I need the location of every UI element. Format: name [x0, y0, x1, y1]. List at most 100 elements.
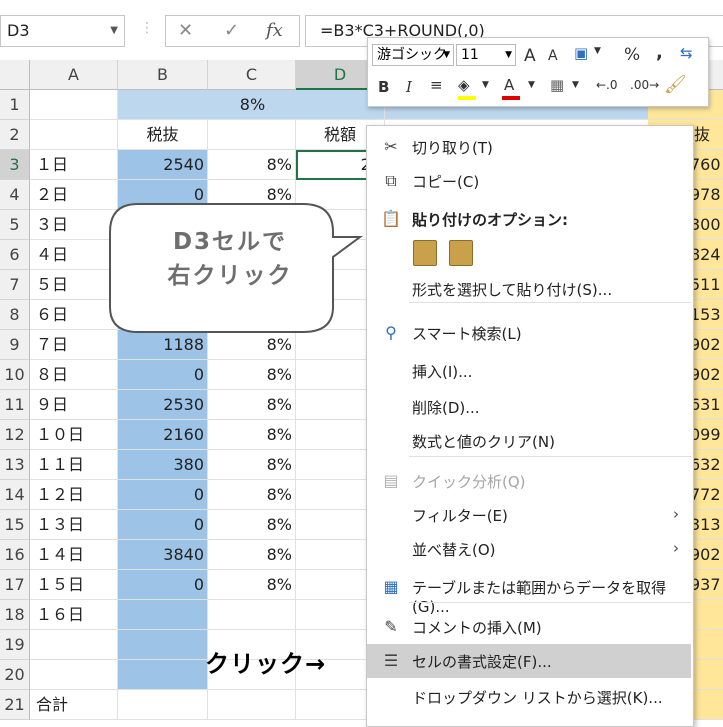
column-header-c[interactable]: C [208, 60, 296, 90]
cancel-icon[interactable]: ✕ [178, 20, 193, 41]
cell-a14[interactable]: １２日 [30, 480, 118, 510]
cell-a4[interactable]: ２日 [30, 180, 118, 210]
cell-b19[interactable] [118, 630, 208, 660]
menu-item-item-7[interactable]: 数式と値のクリア(N) [367, 424, 691, 458]
chevron-down-icon[interactable]: ▼ [594, 46, 601, 56]
menu-item-item-6[interactable]: 削除(D)... [367, 390, 691, 424]
shrink-font-button[interactable]: A [548, 48, 558, 64]
menu-item-item-9[interactable]: フィルター(E) › [367, 498, 691, 532]
cell-b15[interactable]: 0 [118, 510, 208, 540]
menu-item-comment[interactable]: ✎ コメントの挿入(M) [367, 610, 691, 644]
menu-item-copy[interactable]: ⧉ コピー(C) [367, 164, 691, 198]
cell-a9[interactable]: ７日 [30, 330, 118, 360]
row-header[interactable]: 14 [0, 480, 30, 510]
insert-function-icon[interactable]: fx [266, 20, 283, 41]
row-header[interactable]: 13 [0, 450, 30, 480]
menu-item-format-cells[interactable]: ☰ セルの書式設定(F)... [367, 644, 691, 678]
cell-a3[interactable]: １日 [30, 150, 118, 180]
cell-b13[interactable]: 380 [118, 450, 208, 480]
chevron-down-icon[interactable]: ▼ [528, 80, 535, 90]
cell-c16[interactable]: 8% [208, 540, 296, 570]
row-header[interactable]: 5 [0, 210, 30, 240]
cell-b11[interactable]: 2530 [118, 390, 208, 420]
cell-a6[interactable]: ４日 [30, 240, 118, 270]
row-header[interactable]: 2 [0, 120, 30, 150]
paste-formulas-icon[interactable] [413, 240, 437, 266]
increase-decimal-icon[interactable]: ←.0 [596, 78, 618, 92]
cell-c14[interactable]: 8% [208, 480, 296, 510]
row-header[interactable]: 19 [0, 630, 30, 660]
cell-b1[interactable] [118, 90, 208, 120]
cell-b21[interactable] [118, 690, 208, 720]
align-center-icon[interactable]: ≡ [430, 76, 443, 94]
cell-a5[interactable]: ３日 [30, 210, 118, 240]
chevron-down-icon[interactable]: ▼ [110, 16, 118, 46]
cell-c15[interactable]: 8% [208, 510, 296, 540]
paste-values-icon[interactable] [449, 240, 473, 266]
chevron-down-icon[interactable]: ▼ [572, 80, 579, 90]
cell-b3[interactable]: 2540 [118, 150, 208, 180]
bold-button[interactable]: B [378, 78, 389, 96]
cell-c13[interactable]: 8% [208, 450, 296, 480]
menu-item-item-3[interactable]: 形式を選択して貼り付け(S)... [367, 272, 691, 306]
decrease-decimal-icon[interactable]: .00→ [630, 78, 659, 92]
cell-b17[interactable]: 0 [118, 570, 208, 600]
menu-item-item-5[interactable]: 挿入(I)... [367, 354, 691, 388]
cell-c11[interactable]: 8% [208, 390, 296, 420]
cell-b18[interactable] [118, 600, 208, 630]
column-header-b[interactable]: B [118, 60, 208, 90]
row-header[interactable]: 12 [0, 420, 30, 450]
format-painter-icon[interactable]: 🖌 [664, 74, 687, 95]
cell-c21[interactable] [208, 690, 296, 720]
cell-c1[interactable]: 8% [208, 90, 297, 120]
cell-c3[interactable]: 8% [208, 150, 296, 180]
cell-b2[interactable]: 税抜 [118, 120, 208, 150]
chevron-down-icon[interactable]: ▼ [482, 80, 489, 90]
cell-a13[interactable]: １１日 [30, 450, 118, 480]
cell-a16[interactable]: １４日 [30, 540, 118, 570]
comma-button[interactable]: , [656, 42, 663, 63]
cell-b10[interactable]: 0 [118, 360, 208, 390]
font-size-select[interactable]: 11 ▼ [456, 44, 516, 66]
cell-c12[interactable]: 8% [208, 420, 296, 450]
percent-button[interactable]: % [624, 45, 640, 65]
font-color-icon[interactable]: A [504, 76, 514, 94]
wrap-text-icon[interactable]: ⇆ [680, 44, 693, 62]
menu-item-item-10[interactable]: 並べ替え(O) › [367, 532, 691, 566]
row-header[interactable]: 9 [0, 330, 30, 360]
menu-item-item-14[interactable]: ドロップダウン リストから選択(K)... [367, 680, 691, 714]
cell-b14[interactable]: 0 [118, 480, 208, 510]
cell-a15[interactable]: １３日 [30, 510, 118, 540]
row-header[interactable]: 4 [0, 180, 30, 210]
enter-icon[interactable]: ✓ [224, 20, 239, 41]
cell-b12[interactable]: 2160 [118, 420, 208, 450]
select-all-corner[interactable] [0, 60, 30, 90]
row-header[interactable]: 16 [0, 540, 30, 570]
row-header[interactable]: 1 [0, 90, 30, 120]
cell-a19[interactable] [30, 630, 118, 660]
row-header[interactable]: 11 [0, 390, 30, 420]
fill-color-icon[interactable]: ◈ [458, 76, 470, 94]
cell-a10[interactable]: ８日 [30, 360, 118, 390]
cell-a20[interactable] [30, 660, 118, 690]
cell-c17[interactable]: 8% [208, 570, 296, 600]
row-header[interactable]: 10 [0, 360, 30, 390]
row-header[interactable]: 17 [0, 570, 30, 600]
cell-a21[interactable]: 合計 [30, 690, 118, 720]
row-header[interactable]: 21 [0, 690, 30, 720]
cell-a2[interactable] [30, 120, 118, 150]
row-header[interactable]: 3 [0, 150, 30, 180]
cell-a11[interactable]: ９日 [30, 390, 118, 420]
italic-button[interactable]: I [406, 78, 412, 96]
menu-item-table[interactable]: ▦ テーブルまたは範囲からデータを取得(G)... [367, 570, 691, 617]
menu-item-paste[interactable]: 📋 貼り付けのオプション: [367, 202, 691, 236]
cell-a12[interactable]: １０日 [30, 420, 118, 450]
menu-item-scissors[interactable]: ✂ 切り取り(T) [367, 130, 691, 164]
cell-a18[interactable]: １６日 [30, 600, 118, 630]
cell-b20[interactable] [118, 660, 208, 690]
cell-c10[interactable]: 8% [208, 360, 296, 390]
row-header[interactable]: 15 [0, 510, 30, 540]
cell-a8[interactable]: ６日 [30, 300, 118, 330]
row-header[interactable]: 18 [0, 600, 30, 630]
cell-c2[interactable] [208, 120, 296, 150]
